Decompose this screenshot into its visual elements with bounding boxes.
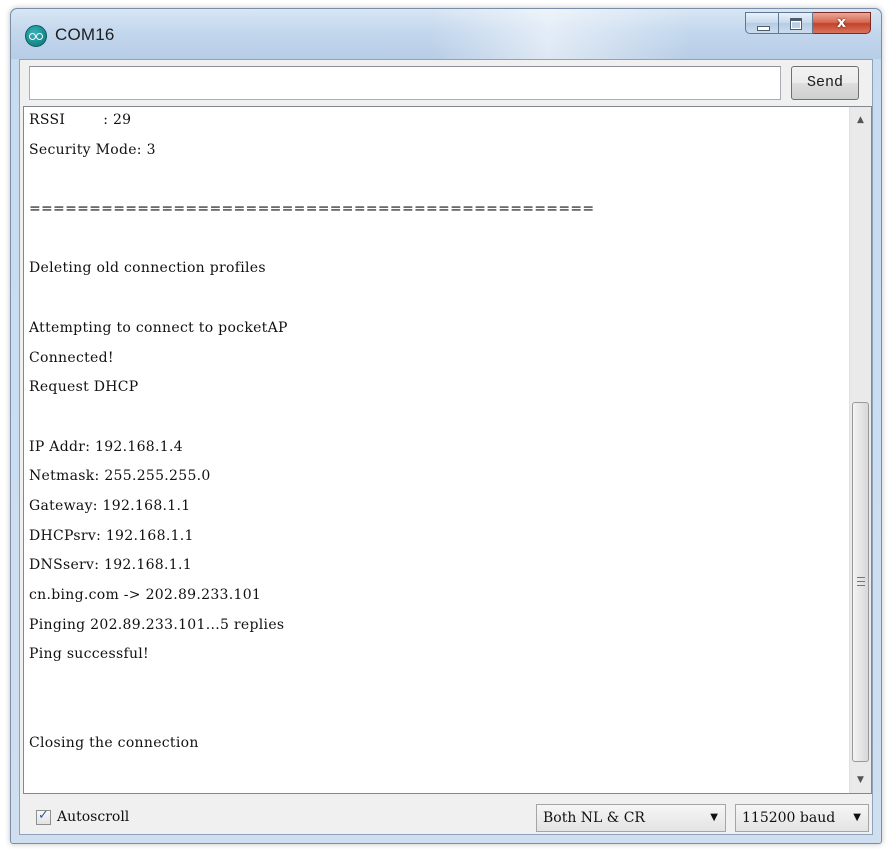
console-line: Pinging 202.89.233.101...5 replies: [29, 616, 285, 633]
serial-monitor-body: Send RSSI : 29 Security Mode: 3 ==========…: [19, 59, 873, 835]
scroll-up-arrow-icon[interactable]: ▲: [850, 110, 871, 130]
console-line: Gateway: 192.168.1.1: [29, 497, 191, 514]
chevron-down-icon: ▼: [710, 812, 718, 823]
send-input[interactable]: [29, 66, 781, 100]
console-line: Closing the connection: [29, 735, 199, 752]
autoscroll-toggle[interactable]: ✓ Autoscroll: [36, 807, 130, 825]
baud-rate-value: 115200 baud: [742, 810, 836, 826]
autoscroll-label: Autoscroll: [57, 809, 130, 825]
arduino-infinity-icon: [25, 25, 47, 47]
minimize-icon: [757, 26, 770, 31]
console-line: ========================================…: [29, 201, 595, 218]
console-line: cn.bing.com -> 202.89.233.101: [29, 587, 262, 603]
line-ending-select[interactable]: Both NL & CR ▼: [536, 804, 726, 832]
close-button[interactable]: x: [813, 12, 871, 34]
grip-icon: [857, 577, 865, 586]
console-line: DHCPsrv: 192.168.1.1: [29, 527, 194, 544]
title-bar[interactable]: COM16 x: [11, 9, 881, 59]
chevron-down-icon: ▼: [853, 812, 861, 823]
autoscroll-checkbox[interactable]: ✓: [36, 807, 51, 825]
maximize-icon: [790, 18, 802, 30]
status-bar: ✓ Autoscroll Both NL & CR ▼ 115200 baud …: [20, 798, 872, 836]
console-line: RSSI : 29: [29, 112, 132, 128]
baud-rate-select[interactable]: 115200 baud ▼: [735, 804, 869, 832]
console-line: IP Addr: 192.168.1.4: [29, 438, 183, 455]
console-line: DNSserv: 192.168.1.1: [29, 557, 192, 574]
close-icon: x: [836, 15, 847, 31]
vertical-scrollbar[interactable]: ▲ ▼: [849, 107, 871, 793]
line-ending-value: Both NL & CR: [543, 810, 645, 826]
console-line: Security Mode: 3: [29, 141, 156, 158]
maximize-button[interactable]: [779, 12, 813, 34]
console-line: Request DHCP: [29, 379, 139, 396]
console-line: Netmask: 255.255.255.0: [29, 468, 211, 485]
console-line: Deleting old connection profiles: [29, 260, 266, 277]
serial-output-lines: RSSI : 29 Security Mode: 3 ===============…: [29, 107, 845, 759]
console-line: Connected!: [29, 349, 114, 366]
scrollbar-thumb[interactable]: [852, 402, 869, 762]
checkmark-icon: ✓: [38, 807, 49, 823]
scroll-down-arrow-icon[interactable]: ▼: [850, 770, 871, 790]
window-controls: x: [745, 12, 871, 34]
serial-output[interactable]: RSSI : 29 Security Mode: 3 ===============…: [23, 106, 872, 794]
serial-monitor-window: COM16 x Send RSSI : 29 Security Mode: 3 ==…: [10, 8, 882, 844]
send-button[interactable]: Send: [791, 66, 859, 100]
console-line: Attempting to connect to pocketAP: [29, 319, 288, 336]
minimize-button[interactable]: [745, 12, 779, 34]
title-bar-glare: [431, 9, 691, 59]
console-line: Ping successful!: [29, 646, 149, 663]
window-title: COM16: [55, 25, 115, 44]
